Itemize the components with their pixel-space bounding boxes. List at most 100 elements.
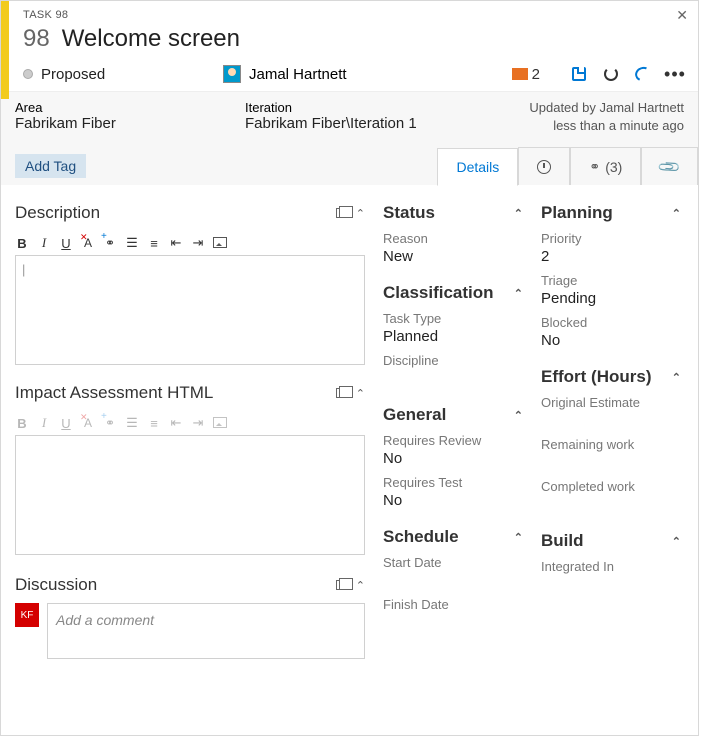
history-icon <box>537 160 551 174</box>
bullet-list-button[interactable]: ☰ <box>125 415 139 431</box>
undo-icon <box>633 65 653 84</box>
more-actions-button[interactable]: ••• <box>666 65 684 83</box>
maximize-icon[interactable] <box>336 388 348 398</box>
chevron-up-icon[interactable]: ⌃ <box>672 371 681 384</box>
tasktype-value[interactable]: Planned <box>383 328 523 345</box>
description-toolbar: B I U A ⚭ ☰ ≡ ⇤ ⇥ <box>15 231 365 255</box>
bold-button[interactable]: B <box>15 236 29 251</box>
area-value[interactable]: Fabrikam Fiber <box>15 115 217 132</box>
underline-button[interactable]: U <box>59 416 73 431</box>
chevron-up-icon[interactable]: ⌃ <box>356 387 365 400</box>
updated-by: Updated by Jamal Hartnett <box>475 100 684 115</box>
state-field[interactable]: Proposed <box>23 66 223 83</box>
add-link-button[interactable]: ⚭ <box>103 416 117 430</box>
completed-label: Completed work <box>541 479 681 494</box>
completed-value[interactable] <box>541 496 681 513</box>
comment-input[interactable]: Add a comment <box>47 603 365 659</box>
chevron-up-icon[interactable]: ⌃ <box>514 409 523 422</box>
reqtest-label: Requires Test <box>383 475 523 490</box>
maximize-icon[interactable] <box>336 580 348 590</box>
indent-button[interactable]: ⇥ <box>191 415 205 431</box>
tasktype-label: Task Type <box>383 311 523 326</box>
image-button[interactable] <box>213 416 227 431</box>
blocked-label: Blocked <box>541 315 681 330</box>
chevron-up-icon[interactable]: ⌃ <box>672 535 681 548</box>
chevron-up-icon[interactable]: ⌃ <box>514 207 523 220</box>
add-tag-button[interactable]: Add Tag <box>15 154 86 178</box>
indent-button[interactable]: ⇥ <box>191 235 205 251</box>
outdent-button[interactable]: ⇤ <box>169 415 183 431</box>
type-color-bar <box>1 1 9 99</box>
link-icon: ⚭ <box>589 159 600 175</box>
user-avatar: KF <box>15 603 39 627</box>
impact-heading: Impact Assessment HTML <box>15 383 213 403</box>
startdate-value[interactable] <box>383 572 523 589</box>
description-editor[interactable] <box>15 255 365 365</box>
bold-button[interactable]: B <box>15 416 29 431</box>
maximize-icon[interactable] <box>336 208 348 218</box>
refresh-button[interactable] <box>602 65 620 83</box>
comment-icon <box>512 68 528 80</box>
tab-attachments[interactable]: 📎 <box>641 147 698 185</box>
bullet-list-button[interactable]: ☰ <box>125 235 139 251</box>
planning-heading: Planning <box>541 203 613 223</box>
reqreview-label: Requires Review <box>383 433 523 448</box>
comment-number: 2 <box>532 66 540 83</box>
remove-link-button[interactable]: A <box>81 236 95 250</box>
reqreview-value[interactable]: No <box>383 450 523 467</box>
reqtest-value[interactable]: No <box>383 492 523 509</box>
discipline-value[interactable] <box>383 370 523 387</box>
reason-label: Reason <box>383 231 523 246</box>
impact-editor[interactable] <box>15 435 365 555</box>
avatar-icon <box>223 65 241 83</box>
iteration-value[interactable]: Fabrikam Fiber\Iteration 1 <box>245 115 447 132</box>
chevron-up-icon[interactable]: ⌃ <box>672 207 681 220</box>
updated-when: less than a minute ago <box>475 118 684 133</box>
priority-label: Priority <box>541 231 681 246</box>
tab-links[interactable]: ⚭ (3) <box>570 147 641 185</box>
triage-label: Triage <box>541 273 681 288</box>
chevron-up-icon[interactable]: ⌃ <box>514 531 523 544</box>
chevron-up-icon[interactable]: ⌃ <box>514 287 523 300</box>
general-heading: General <box>383 405 446 425</box>
refresh-icon <box>604 67 618 81</box>
iteration-label: Iteration <box>245 100 447 115</box>
comments-count[interactable]: 2 <box>512 66 540 83</box>
build-heading: Build <box>541 531 584 551</box>
status-heading: Status <box>383 203 435 223</box>
discussion-heading: Discussion <box>15 575 97 595</box>
remaining-value[interactable] <box>541 454 681 471</box>
task-title[interactable]: Welcome screen <box>62 25 240 53</box>
priority-value[interactable]: 2 <box>541 248 681 265</box>
add-link-button[interactable]: ⚭ <box>103 236 117 250</box>
task-id: 98 <box>23 25 50 53</box>
italic-button[interactable]: I <box>37 415 51 431</box>
effort-heading: Effort (Hours) <box>541 367 651 387</box>
undo-button[interactable] <box>634 65 652 83</box>
tab-history[interactable] <box>518 147 570 185</box>
tab-details[interactable]: Details <box>437 148 518 186</box>
attachment-icon: 📎 <box>657 154 683 180</box>
remove-link-button[interactable]: A <box>81 416 95 430</box>
underline-button[interactable]: U <box>59 236 73 251</box>
save-button[interactable] <box>570 65 588 83</box>
blocked-value[interactable]: No <box>541 332 681 349</box>
image-icon <box>213 237 227 248</box>
state-value: Proposed <box>41 66 105 83</box>
reason-value[interactable]: New <box>383 248 523 265</box>
chevron-up-icon[interactable]: ⌃ <box>356 579 365 592</box>
numbered-list-button[interactable]: ≡ <box>147 416 161 431</box>
startdate-label: Start Date <box>383 555 523 570</box>
image-button[interactable] <box>213 236 227 251</box>
italic-button[interactable]: I <box>37 235 51 251</box>
close-icon[interactable]: ✕ <box>676 7 688 24</box>
finishdate-label: Finish Date <box>383 597 523 612</box>
triage-value[interactable]: Pending <box>541 290 681 307</box>
assignee-field[interactable]: Jamal Hartnett <box>223 65 512 83</box>
assignee-name: Jamal Hartnett <box>249 66 347 83</box>
outdent-button[interactable]: ⇤ <box>169 235 183 251</box>
chevron-up-icon[interactable]: ⌃ <box>356 207 365 220</box>
links-count: (3) <box>605 159 622 175</box>
numbered-list-button[interactable]: ≡ <box>147 236 161 251</box>
orig-estimate-value[interactable] <box>541 412 681 429</box>
